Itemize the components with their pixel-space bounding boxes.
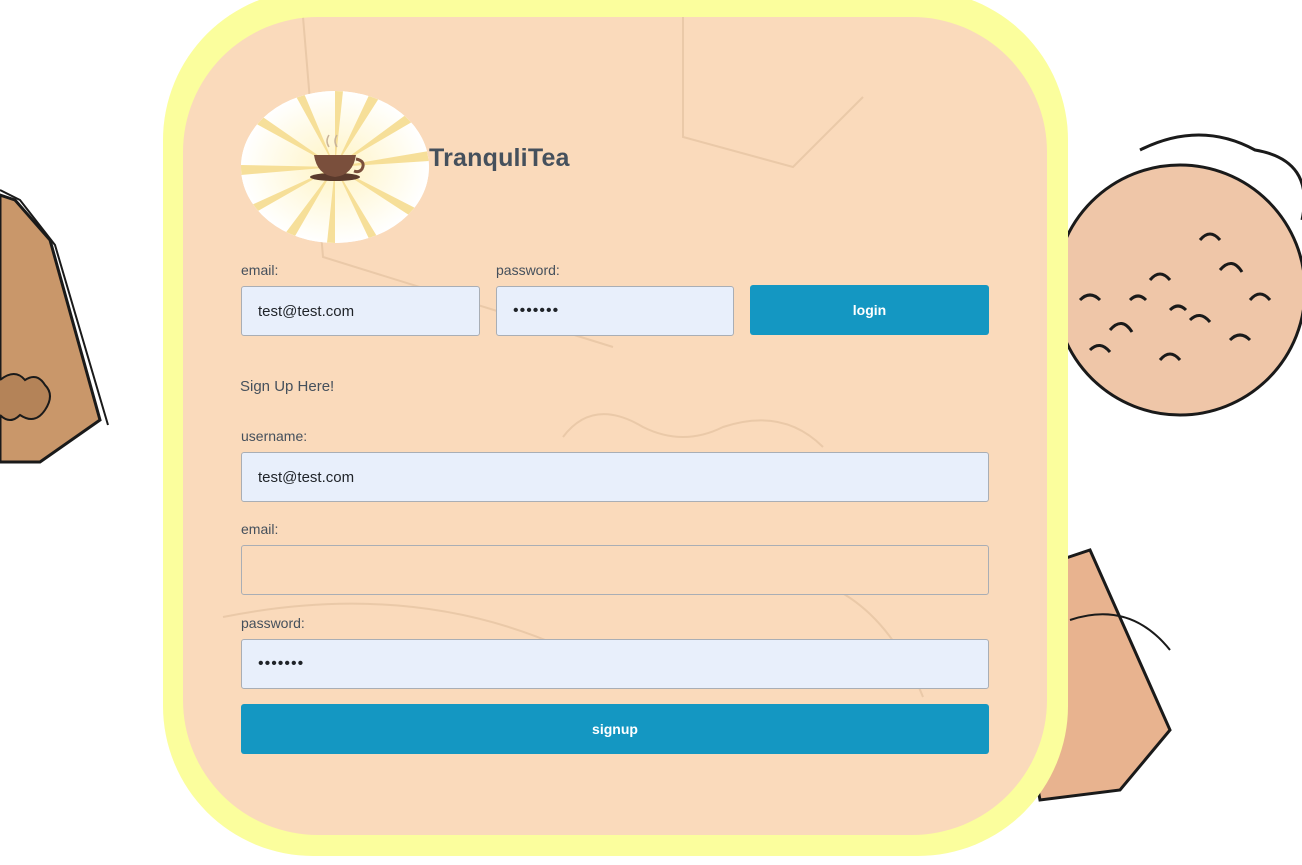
brand-name: TranquliTea	[429, 144, 570, 172]
signup-username-input[interactable]: test@test.com	[241, 452, 989, 502]
login-password-label: password:	[496, 262, 560, 278]
signup-password-label: password:	[241, 615, 305, 631]
signup-button[interactable]: signup	[241, 704, 989, 754]
login-email-label: email:	[241, 262, 279, 278]
login-button[interactable]: login	[750, 285, 989, 335]
signup-email-input[interactable]	[241, 545, 989, 595]
brand-logo	[241, 91, 429, 243]
login-email-input[interactable]: test@test.com	[241, 286, 480, 336]
tea-cup-logo-icon	[241, 91, 429, 243]
login-password-value: •••••••	[513, 302, 560, 319]
signup-email-label: email:	[241, 521, 279, 537]
login-email-value: test@test.com	[258, 302, 355, 320]
signup-password-value: •••••••	[258, 655, 305, 672]
signup-username-label: username:	[241, 428, 308, 444]
login-password-input[interactable]: •••••••	[496, 286, 734, 336]
tea-bag-left-icon	[0, 189, 109, 464]
signup-password-input[interactable]: •••••••	[241, 639, 989, 689]
signup-username-value: test@test.com	[258, 468, 355, 486]
tea-bag-round-icon	[1053, 133, 1302, 417]
signup-heading: Sign Up Here!	[240, 378, 335, 395]
